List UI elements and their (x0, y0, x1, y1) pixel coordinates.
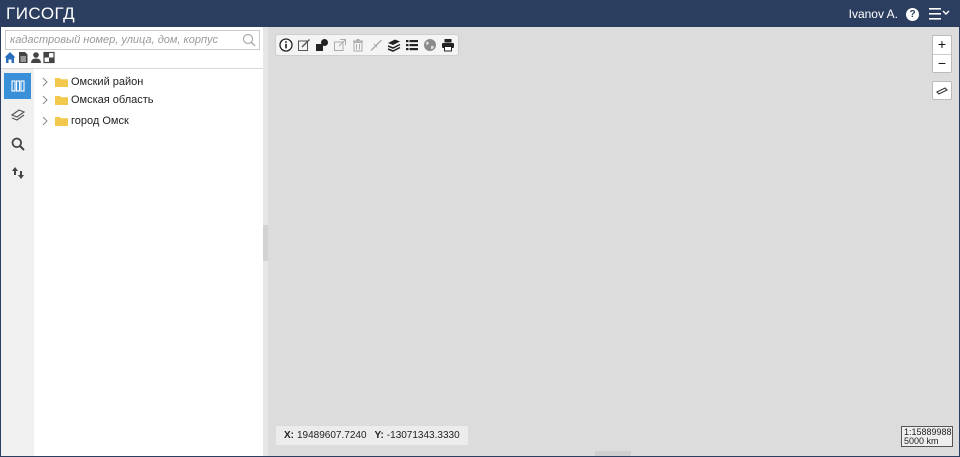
y-coord-label: Y: (374, 430, 384, 441)
tree-item[interactable]: Омская область (41, 92, 154, 108)
document-icon[interactable] (17, 51, 29, 64)
tree-item[interactable]: Омский район (41, 74, 143, 90)
search-icon[interactable] (242, 33, 256, 47)
info-icon[interactable] (278, 37, 294, 53)
folder-icon (55, 96, 68, 105)
search-input[interactable] (6, 31, 238, 49)
question-circle-icon[interactable]: ? (906, 8, 919, 21)
sidebar-divider (1, 68, 263, 69)
chevron-right-icon[interactable] (41, 77, 49, 87)
select-shapes-icon[interactable] (314, 37, 330, 53)
bottom-panel-handle[interactable] (595, 451, 631, 456)
magnifier-icon (11, 137, 25, 151)
x-coord-value: 19489607.7240 (297, 430, 367, 441)
tree-item-label: Омская область (71, 94, 154, 106)
edit-icon[interactable] (296, 37, 312, 53)
filter-toolbar (4, 51, 55, 65)
measure-button[interactable] (932, 81, 952, 100)
tree-item-label: город Омск (71, 115, 129, 127)
folder-icon (55, 78, 68, 87)
tree-item[interactable]: город Омск (41, 113, 129, 129)
x-coord-label: X: (284, 430, 294, 441)
hamburger-menu-icon[interactable] (929, 8, 953, 20)
search-box (5, 30, 260, 50)
tab-catalog[interactable] (4, 73, 31, 99)
chevron-right-icon[interactable] (41, 116, 49, 126)
ruler-icon (936, 86, 948, 95)
tab-layers[interactable] (4, 102, 31, 128)
draw-line-icon[interactable] (368, 37, 384, 53)
books-icon (10, 80, 25, 92)
zoom-control: + − (932, 35, 952, 73)
sidebar-tabstrip (1, 69, 34, 456)
external-link-icon[interactable] (332, 37, 348, 53)
person-icon[interactable] (30, 51, 42, 64)
user-name[interactable]: Ivanov A. (849, 7, 898, 21)
globe-icon[interactable] (422, 37, 438, 53)
sidebar-panel: Омский район Омская область город Омск (1, 27, 263, 456)
delete-icon[interactable] (350, 37, 366, 53)
map-canvas[interactable]: + − X: 19489607.7240 Y: -13071343.3330 1… (268, 27, 959, 456)
print-icon[interactable] (440, 37, 456, 53)
y-coord-value: -13071343.3330 (386, 430, 460, 441)
app-header: ГИСОГД Ivanov A. ? (0, 0, 960, 27)
sort-arrows-icon (11, 167, 24, 179)
map-toolbar (275, 34, 459, 56)
folder-icon (55, 117, 68, 126)
zoom-in-button[interactable]: + (933, 36, 951, 54)
grid-icon[interactable] (43, 51, 55, 64)
app-title[interactable]: ГИСОГД (6, 4, 75, 24)
layers-icon (10, 109, 25, 121)
chevron-right-icon[interactable] (41, 95, 49, 105)
layers-stack-icon[interactable] (386, 37, 402, 53)
scale-indicator: 1:15889988 5000 km (901, 426, 953, 447)
coordinates-readout: X: 19489607.7240 Y: -13071343.3330 (276, 426, 468, 445)
home-icon[interactable] (4, 51, 16, 64)
zoom-out-button[interactable]: − (933, 55, 951, 73)
scale-distance: 5000 km (904, 436, 939, 446)
tab-search[interactable] (4, 131, 31, 157)
list-icon[interactable] (404, 37, 420, 53)
tree-item-label: Омский район (71, 76, 144, 88)
tab-sort[interactable] (4, 160, 31, 186)
